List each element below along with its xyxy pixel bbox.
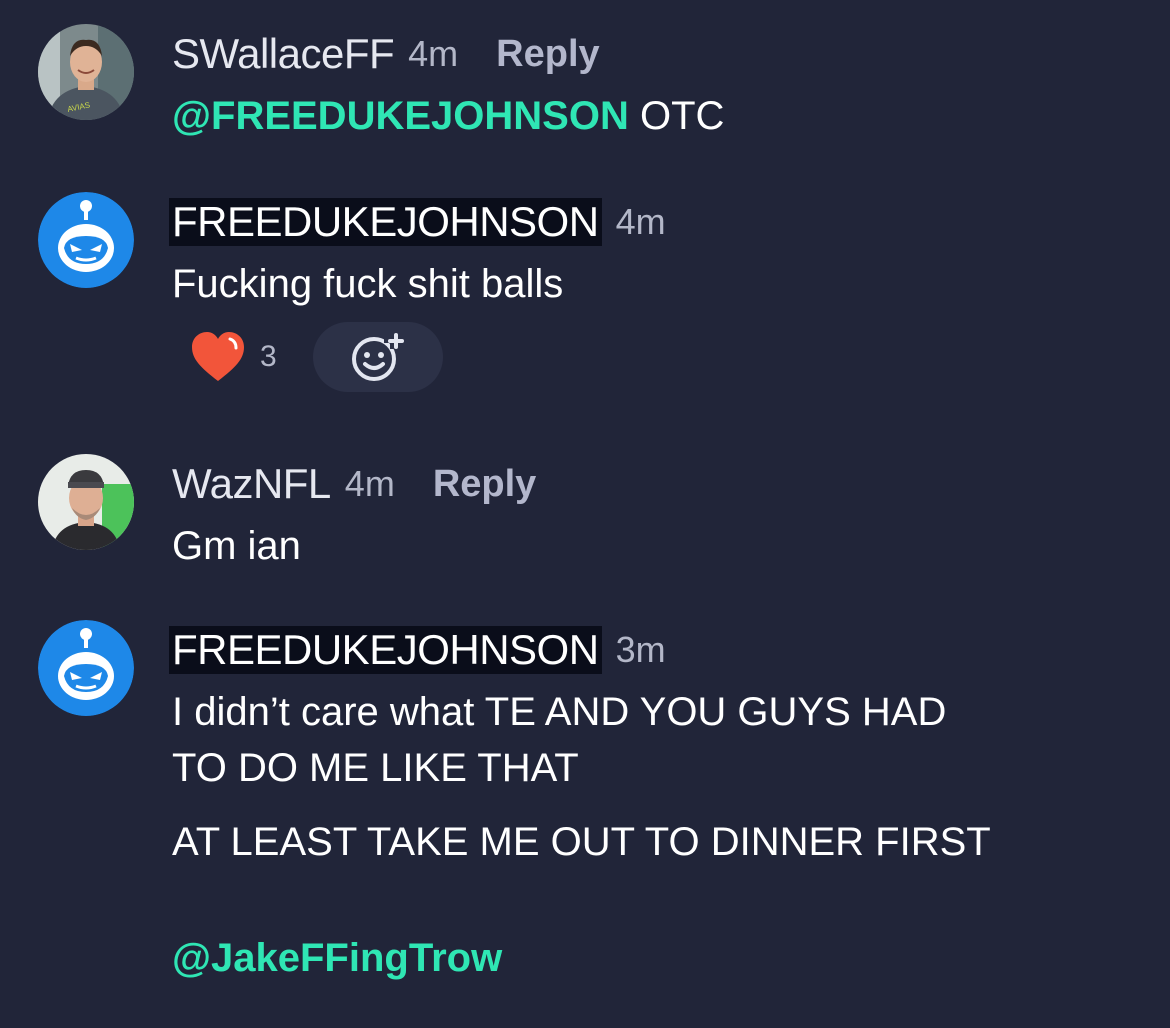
comment-body: Fucking fuck shit balls (172, 262, 564, 306)
username[interactable]: FREEDUKEJOHNSON (169, 198, 602, 246)
avatar[interactable] (38, 620, 134, 716)
robot-face-icon (38, 620, 134, 716)
reaction-count: 3 (260, 340, 277, 373)
comment-body: OTC (639, 94, 725, 138)
comment-header: FREEDUKEJOHNSON 4m (169, 192, 666, 252)
comment-text: @FREEDUKEJOHNSON OTC (172, 88, 724, 144)
reply-button[interactable]: Reply (433, 463, 536, 506)
smiley-plus-icon (351, 333, 404, 381)
comment-header: FREEDUKEJOHNSON 3m (169, 620, 666, 680)
timestamp: 4m (344, 463, 395, 504)
timestamp: 3m (615, 629, 666, 670)
username[interactable]: WazNFL (172, 460, 331, 508)
username[interactable]: FREEDUKEJOHNSON (169, 626, 602, 674)
comment-body-line: TO DO ME LIKE THAT (172, 746, 579, 790)
timestamp: 4m (615, 201, 666, 242)
heart-icon[interactable] (190, 331, 246, 383)
mention-link[interactable]: @FREEDUKEJOHNSON (172, 94, 629, 138)
robot-face-icon (38, 192, 134, 288)
reactions-bar: 3 (190, 322, 443, 392)
mention-link[interactable]: @JakeFFingTrow (172, 930, 502, 986)
comment-body: Gm ian (172, 524, 301, 568)
reply-button[interactable]: Reply (496, 33, 599, 76)
add-reaction-button[interactable] (312, 322, 443, 392)
timestamp: 4m (408, 33, 459, 74)
username[interactable]: SWallaceFF (172, 30, 395, 78)
comment-body-line: I didn’t care what TE AND YOU GUYS HAD (172, 690, 947, 734)
comment-header: SWallaceFF 4m Reply (172, 24, 600, 84)
avatar[interactable]: AVIAS (38, 24, 134, 120)
comment-header: WazNFL 4m Reply (172, 454, 536, 514)
avatar[interactable] (38, 192, 134, 288)
comment-body-line: AT LEAST TAKE ME OUT TO DINNER FIRST (172, 820, 991, 864)
avatar[interactable] (38, 454, 134, 550)
